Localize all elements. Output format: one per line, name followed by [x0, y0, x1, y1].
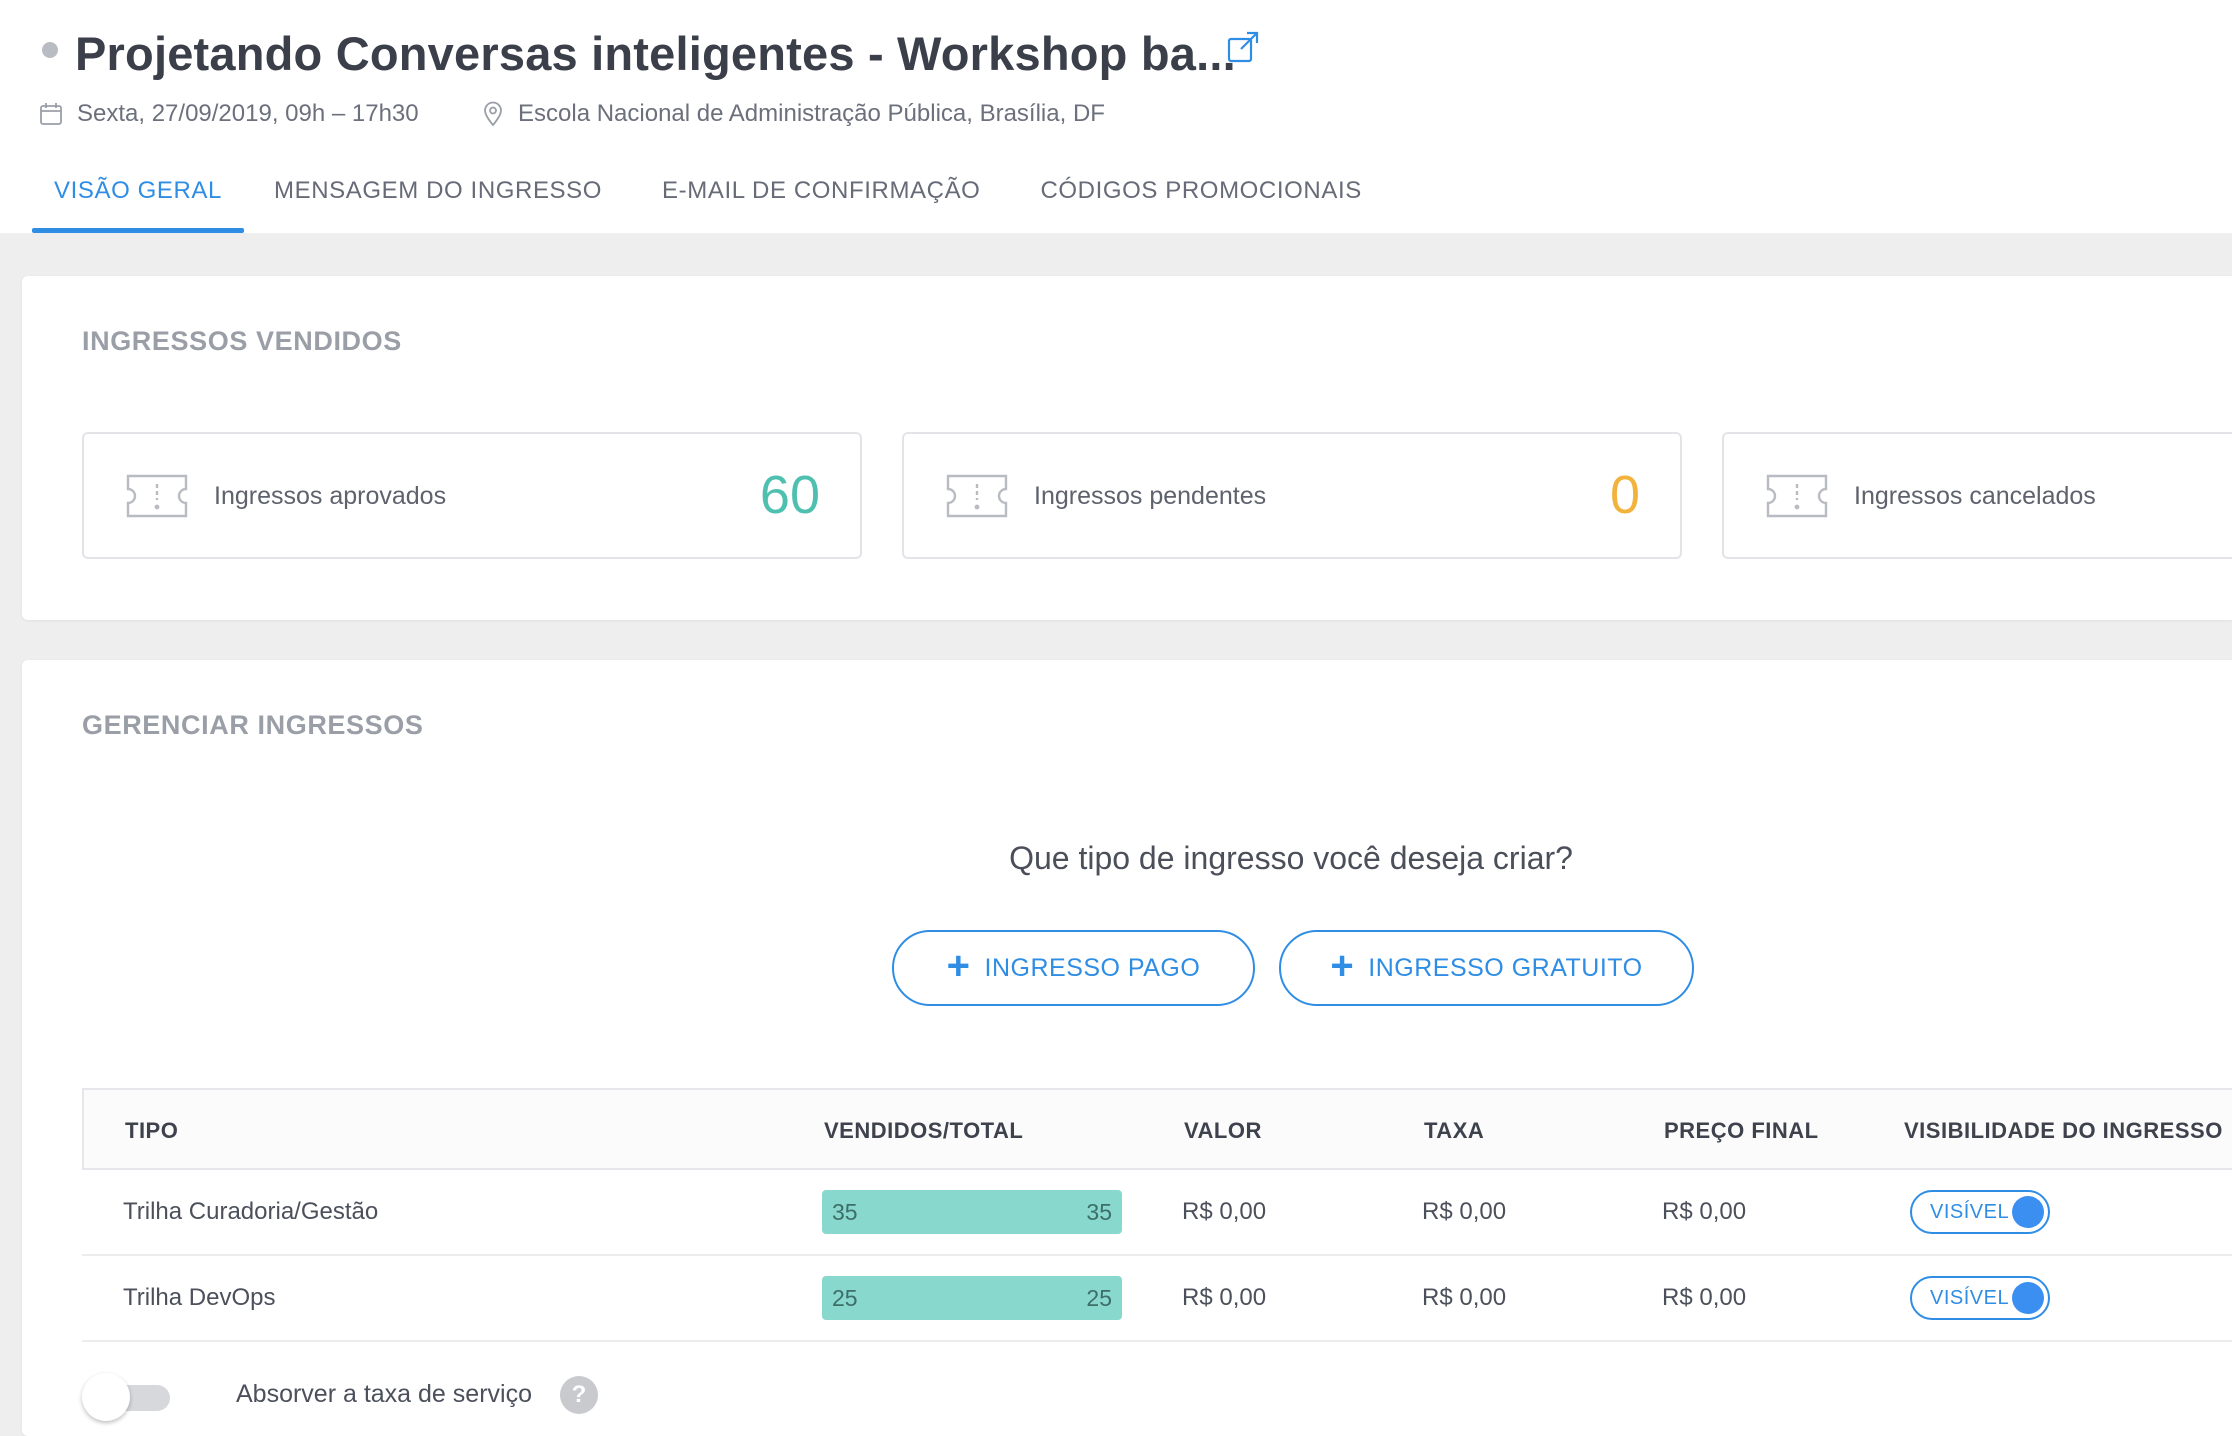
visibility-toggle[interactable]: VISÍVEL — [1910, 1190, 2050, 1234]
ticket-value: R$ 0,00 — [1182, 1198, 1267, 1225]
ticket-icon — [1766, 472, 1828, 525]
switch-knob — [82, 1373, 130, 1421]
visibility-toggle[interactable]: VISÍVEL — [1910, 1276, 2050, 1320]
calendar-icon — [40, 103, 62, 125]
ticket-final-price: R$ 0,00 — [1662, 1284, 1747, 1311]
visibility-label: VISÍVEL — [1930, 1286, 2010, 1309]
create-free-ticket-button[interactable]: + INGRESSO GRATUITO — [1279, 930, 1694, 1006]
table-row[interactable]: Trilha DevOps 25 25 R$ 0,00 R$ 0,00 R$ 0… — [82, 1256, 2232, 1342]
table-header: TIPO VENDIDOS/TOTAL VALOR TAXA PREÇO FIN… — [82, 1088, 2232, 1170]
sold-count: 35 — [832, 1198, 858, 1225]
cancelled-tickets-label: Ingressos cancelados — [1854, 482, 2096, 510]
plus-icon: + — [946, 944, 971, 988]
status-dot — [42, 42, 58, 58]
sold-tickets-title: INGRESSOS VENDIDOS — [82, 326, 402, 356]
ticket-final-price: R$ 0,00 — [1662, 1198, 1747, 1225]
event-location-text: Escola Nacional de Administração Pública… — [518, 100, 1105, 127]
absorb-fee-row: Absorver a taxa de serviço ? — [82, 1366, 782, 1426]
event-date: Sexta, 27/09/2019, 09h – 17h30 — [39, 100, 419, 128]
manage-tickets-title: GERENCIAR INGRESSOS — [82, 710, 424, 740]
cancelled-tickets-box: Ingressos cancelados — [1722, 432, 2232, 559]
tab-bar: VISÃO GERAL MENSAGEM DO INGRESSO E-MAIL … — [32, 164, 1362, 233]
create-free-ticket-label: INGRESSO GRATUITO — [1368, 953, 1643, 982]
pending-tickets-label: Ingressos pendentes — [1034, 482, 1267, 510]
manage-tickets-card: GERENCIAR INGRESSOS Que tipo de ingresso… — [22, 660, 2232, 1436]
tab-codigos-promocionais[interactable]: CÓDIGOS PROMOCIONAIS — [1040, 164, 1361, 233]
column-taxa: TAXA — [1424, 1118, 1485, 1143]
ticket-type: Trilha Curadoria/Gestão — [123, 1198, 379, 1225]
help-icon[interactable]: ? — [560, 1376, 598, 1414]
column-visibilidade: VISIBILIDADE DO INGRESSO — [1904, 1118, 2223, 1143]
ticket-fee: R$ 0,00 — [1422, 1284, 1507, 1311]
pending-tickets-box: Ingressos pendentes 0 — [902, 432, 1682, 559]
approved-tickets-box: Ingressos aprovados 60 — [82, 432, 862, 559]
visibility-label: VISÍVEL — [1930, 1200, 2010, 1223]
ticket-type: Trilha DevOps — [123, 1284, 276, 1311]
tab-mensagem-do-ingresso[interactable]: MENSAGEM DO INGRESSO — [274, 164, 602, 233]
table-row[interactable]: Trilha Curadoria/Gestão 35 35 R$ 0,00 R$… — [82, 1170, 2232, 1256]
tickets-table: TIPO VENDIDOS/TOTAL VALOR TAXA PREÇO FIN… — [82, 1088, 2232, 1342]
tab-visao-geral[interactable]: VISÃO GERAL — [32, 164, 244, 233]
toggle-knob — [2012, 1196, 2044, 1228]
ticket-fee: R$ 0,00 — [1422, 1198, 1507, 1225]
column-valor: VALOR — [1184, 1118, 1262, 1143]
absorb-fee-label: Absorver a taxa de serviço — [236, 1380, 532, 1408]
tab-email-de-confirmacao[interactable]: E-MAIL DE CONFIRMAÇÃO — [662, 164, 980, 233]
plus-icon: + — [1330, 944, 1355, 988]
pending-tickets-count: 0 — [1609, 465, 1640, 525]
total-count: 25 — [1086, 1284, 1112, 1311]
event-header: Projetando Conversas inteligentes - Work… — [0, 0, 2232, 233]
sold-progress-bar: 35 35 — [822, 1190, 1122, 1234]
sold-progress-bar: 25 25 — [822, 1276, 1122, 1320]
approved-tickets-count: 60 — [759, 465, 820, 525]
create-ticket-question: Que tipo de ingresso você deseja criar? — [1009, 840, 1573, 876]
column-tipo: TIPO — [125, 1118, 179, 1143]
sold-count: 25 — [832, 1284, 858, 1311]
column-vendidos-total: VENDIDOS/TOTAL — [824, 1118, 1024, 1143]
create-paid-ticket-label: INGRESSO PAGO — [984, 953, 1201, 982]
ticket-icon — [946, 472, 1008, 525]
ticket-value: R$ 0,00 — [1182, 1284, 1267, 1311]
event-title: Projetando Conversas inteligentes - Work… — [75, 27, 1236, 80]
location-pin-icon — [484, 101, 502, 127]
external-link-icon[interactable] — [1226, 30, 1260, 64]
column-preco-final: PREÇO FINAL — [1664, 1118, 1819, 1143]
event-date-text: Sexta, 27/09/2019, 09h – 17h30 — [77, 100, 419, 127]
total-count: 35 — [1086, 1198, 1112, 1225]
toggle-knob — [2012, 1282, 2044, 1314]
sold-tickets-card: INGRESSOS VENDIDOS Ingressos aprovados 6… — [22, 276, 2232, 620]
approved-tickets-label: Ingressos aprovados — [214, 482, 447, 510]
absorb-fee-switch[interactable] — [82, 1373, 174, 1421]
create-paid-ticket-button[interactable]: + INGRESSO PAGO — [892, 930, 1255, 1006]
event-location: Escola Nacional de Administração Pública… — [482, 100, 1105, 128]
ticket-icon — [126, 472, 188, 525]
